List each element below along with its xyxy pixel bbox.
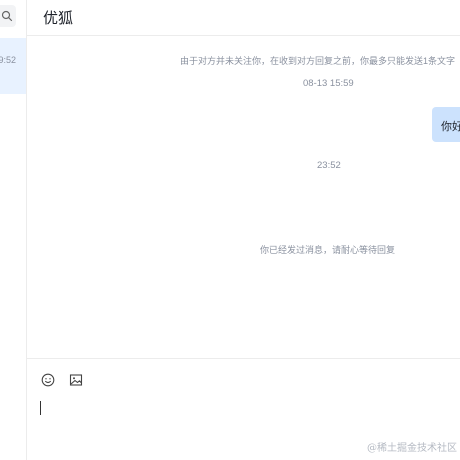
wait-notice: 你已经发过消息，请耐心等待回复 bbox=[260, 245, 396, 255]
watermark-text: @稀土掘金技术社区 bbox=[367, 443, 457, 454]
chat-header: 优狐 bbox=[27, 0, 460, 36]
message-timestamp: 08-13 15:59 bbox=[303, 78, 354, 89]
smile-icon[interactable] bbox=[41, 373, 55, 387]
conversation-time: 9:52 bbox=[0, 55, 16, 65]
message-text: 你好 bbox=[441, 121, 460, 133]
system-notice: 由于对方并未关注你，在收到对方回复之前，你最多只能发送1条文字 bbox=[180, 56, 456, 66]
sent-message-bubble[interactable]: 你好 bbox=[432, 107, 460, 142]
chat-panel: 优狐 由于对方并未关注你，在收到对方回复之前，你最多只能发送1条文字 08-13… bbox=[27, 0, 460, 460]
search-input[interactable] bbox=[0, 5, 16, 27]
message-timestamp-2: 23:52 bbox=[317, 160, 341, 171]
text-caret bbox=[40, 401, 41, 415]
chat-title: 优狐 bbox=[43, 10, 74, 27]
message-input[interactable] bbox=[40, 399, 440, 439]
conversation-item-selected[interactable]: 9:52 bbox=[0, 38, 26, 94]
conversation-sidebar: 9:52 bbox=[0, 0, 27, 460]
search-icon bbox=[1, 10, 13, 22]
image-icon[interactable] bbox=[69, 373, 83, 387]
message-list[interactable]: 由于对方并未关注你，在收到对方回复之前，你最多只能发送1条文字 08-13 15… bbox=[27, 37, 460, 358]
